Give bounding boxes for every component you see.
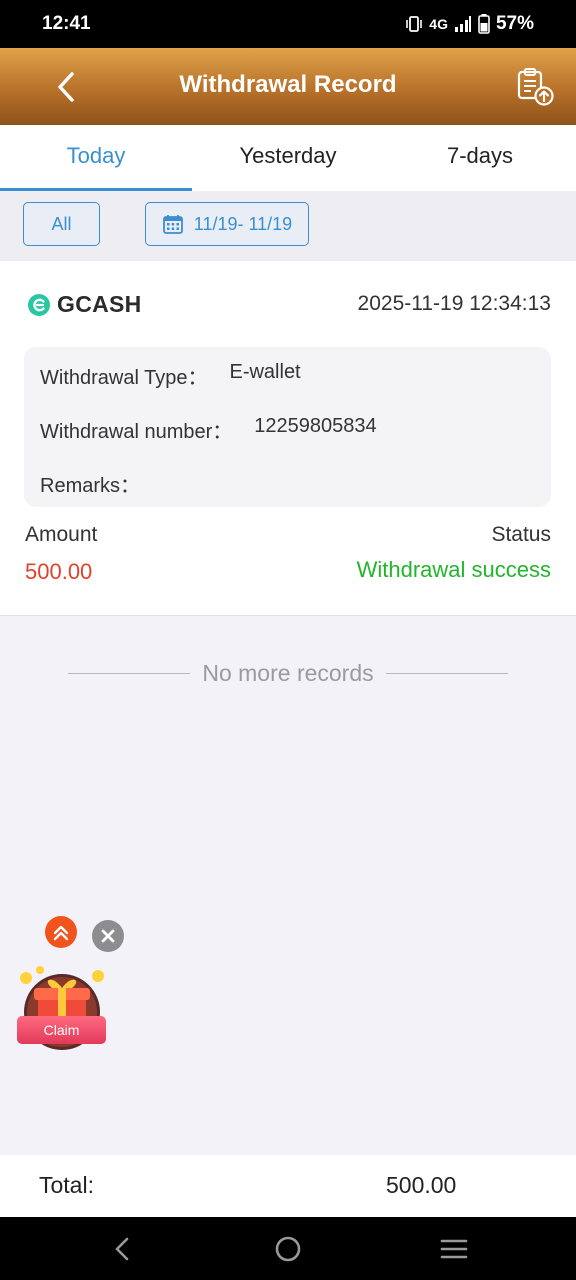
divider-line xyxy=(385,672,508,674)
battery-level: 57% xyxy=(495,13,534,34)
nav-menu-icon xyxy=(440,1239,468,1259)
date-range-button[interactable]: 11/19- 11/19 xyxy=(145,202,309,246)
nav-back-icon xyxy=(115,1237,129,1261)
detail-withdrawal-type: Withdrawal Type： E-wallet xyxy=(40,361,301,390)
withdrawal-record-card: GCASH 2025-11-19 12:34:13 Withdrawal Typ… xyxy=(0,261,576,616)
status-icons: 4G 57% xyxy=(405,13,534,35)
detail-remarks: Remarks： xyxy=(40,469,162,498)
status-label: Status xyxy=(491,523,551,546)
payment-method-name: GCASH xyxy=(57,291,142,317)
status-time: 12:41 xyxy=(42,13,91,34)
detail-value: E-wallet xyxy=(229,361,301,383)
detail-value: 12259805834 xyxy=(254,415,377,437)
tab-today[interactable]: Today xyxy=(0,125,192,191)
detail-label: Withdrawal number： xyxy=(40,421,233,443)
nav-home-icon xyxy=(275,1236,301,1262)
status-bar: 12:41 4G 57% xyxy=(0,0,576,48)
network-type: 4G xyxy=(429,16,448,32)
close-promo-button[interactable] xyxy=(92,920,124,952)
no-more-records: No more records xyxy=(68,655,508,691)
divider-line xyxy=(68,672,191,674)
double-chevron-up-icon xyxy=(53,925,69,941)
amount-label: Amount xyxy=(25,523,98,546)
gcash-logo-icon xyxy=(28,293,50,316)
vibrate-icon xyxy=(406,16,423,32)
filter-bar: All 11/19- 11/19 xyxy=(0,191,576,261)
page-title: Withdrawal Record xyxy=(179,71,397,98)
tab-7-days[interactable]: 7-days xyxy=(384,125,576,191)
scroll-top-button[interactable] xyxy=(45,916,77,948)
nav-back-button[interactable] xyxy=(105,1231,141,1267)
nav-menu-button[interactable] xyxy=(436,1231,472,1267)
no-more-records-text: No more records xyxy=(202,659,374,686)
claim-button[interactable]: Claim xyxy=(17,1016,106,1044)
amount-value: 500.00 xyxy=(25,559,93,584)
upload-record-button[interactable] xyxy=(514,66,556,108)
detail-label: Remarks： xyxy=(40,475,141,497)
date-range-label: 11/19- 11/19 xyxy=(193,213,293,234)
close-icon xyxy=(101,929,115,943)
claim-gift-widget[interactable]: Claim xyxy=(16,966,108,1054)
total-label: Total: xyxy=(39,1172,94,1198)
calendar-icon xyxy=(162,215,183,234)
payment-method: GCASH xyxy=(27,291,142,318)
detail-label: Withdrawal Type： xyxy=(40,367,208,389)
system-nav-bar xyxy=(0,1217,576,1280)
record-details-box: Withdrawal Type： E-wallet Withdrawal num… xyxy=(24,347,551,507)
header-bar: Withdrawal Record xyxy=(0,48,576,125)
total-bar: Total: 500.00 xyxy=(0,1155,576,1217)
upload-record-icon xyxy=(517,68,554,106)
tab-yesterday[interactable]: Yesterday xyxy=(192,125,384,191)
detail-withdrawal-number: Withdrawal number： 12259805834 xyxy=(40,415,377,444)
battery-icon xyxy=(478,14,490,34)
filter-all-button[interactable]: All xyxy=(23,202,100,246)
total-value: 500.00 xyxy=(386,1172,457,1198)
date-tabs: Today Yesterday 7-days xyxy=(0,125,576,191)
nav-home-button[interactable] xyxy=(270,1231,306,1267)
signal-icon xyxy=(454,16,471,32)
status-value: Withdrawal success xyxy=(356,557,551,582)
record-datetime: 2025-11-19 12:34:13 xyxy=(357,292,551,315)
